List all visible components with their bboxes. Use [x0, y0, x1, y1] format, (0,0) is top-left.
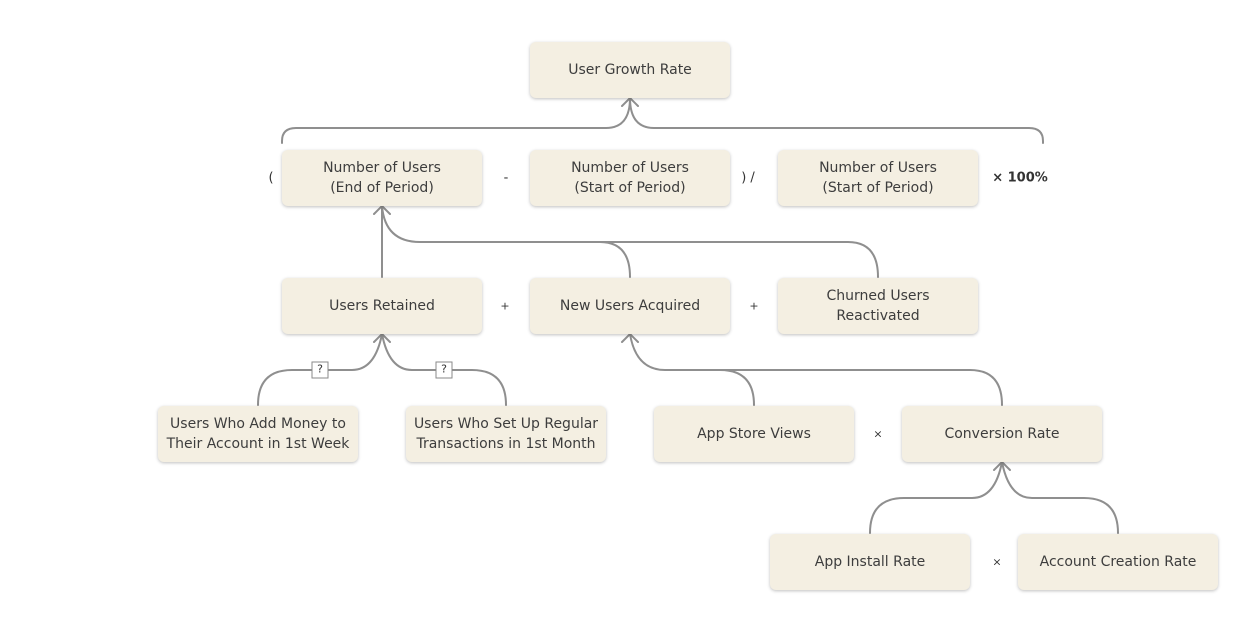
node-users-end-of-period[interactable]: Number of Users (End of Period) [282, 150, 482, 206]
node-users-regular-transactions-1st-month[interactable]: Users Who Set Up Regular Transactions in… [406, 406, 606, 462]
operator-close-paren-divide: ) / [741, 170, 755, 186]
node-app-store-views[interactable]: App Store Views [654, 406, 854, 462]
operator-open-paren: ( [268, 170, 274, 186]
node-churned-users-reactivated[interactable]: Churned Users Reactivated [778, 278, 978, 334]
operator-times-100-percent: × 100% [992, 170, 1048, 186]
node-users-start-of-period[interactable]: Number of Users (Start of Period) [530, 150, 730, 206]
node-users-retained[interactable]: Users Retained [282, 278, 482, 334]
node-user-growth-rate[interactable]: User Growth Rate [530, 42, 730, 98]
node-account-creation-rate[interactable]: Account Creation Rate [1018, 534, 1218, 590]
connector-bracket-growth [281, 97, 1044, 144]
node-conversion-rate[interactable]: Conversion Rate [902, 406, 1102, 462]
operator-times: × [873, 427, 883, 441]
operator-plus: + [749, 299, 759, 313]
node-users-add-money-1st-week[interactable]: Users Who Add Money to Their Account in … [158, 406, 358, 462]
connector-conversion-to-acquired [719, 369, 1003, 406]
unknown-link-marker[interactable]: ? [435, 361, 453, 379]
connector-install-to-conversion [869, 461, 1003, 534]
node-users-start-of-period-divisor[interactable]: Number of Users (Start of Period) [778, 150, 978, 206]
connector-components-to-end [381, 205, 631, 278]
unknown-link-marker[interactable]: ? [311, 361, 329, 379]
node-app-install-rate[interactable]: App Install Rate [770, 534, 970, 590]
operator-minus: - [503, 170, 509, 186]
operator-plus: + [500, 299, 510, 313]
node-new-users-acquired[interactable]: New Users Acquired [530, 278, 730, 334]
connector-account-to-conversion [1001, 461, 1119, 534]
operator-times: × [992, 555, 1002, 569]
connector-churned-to-end [599, 241, 879, 278]
